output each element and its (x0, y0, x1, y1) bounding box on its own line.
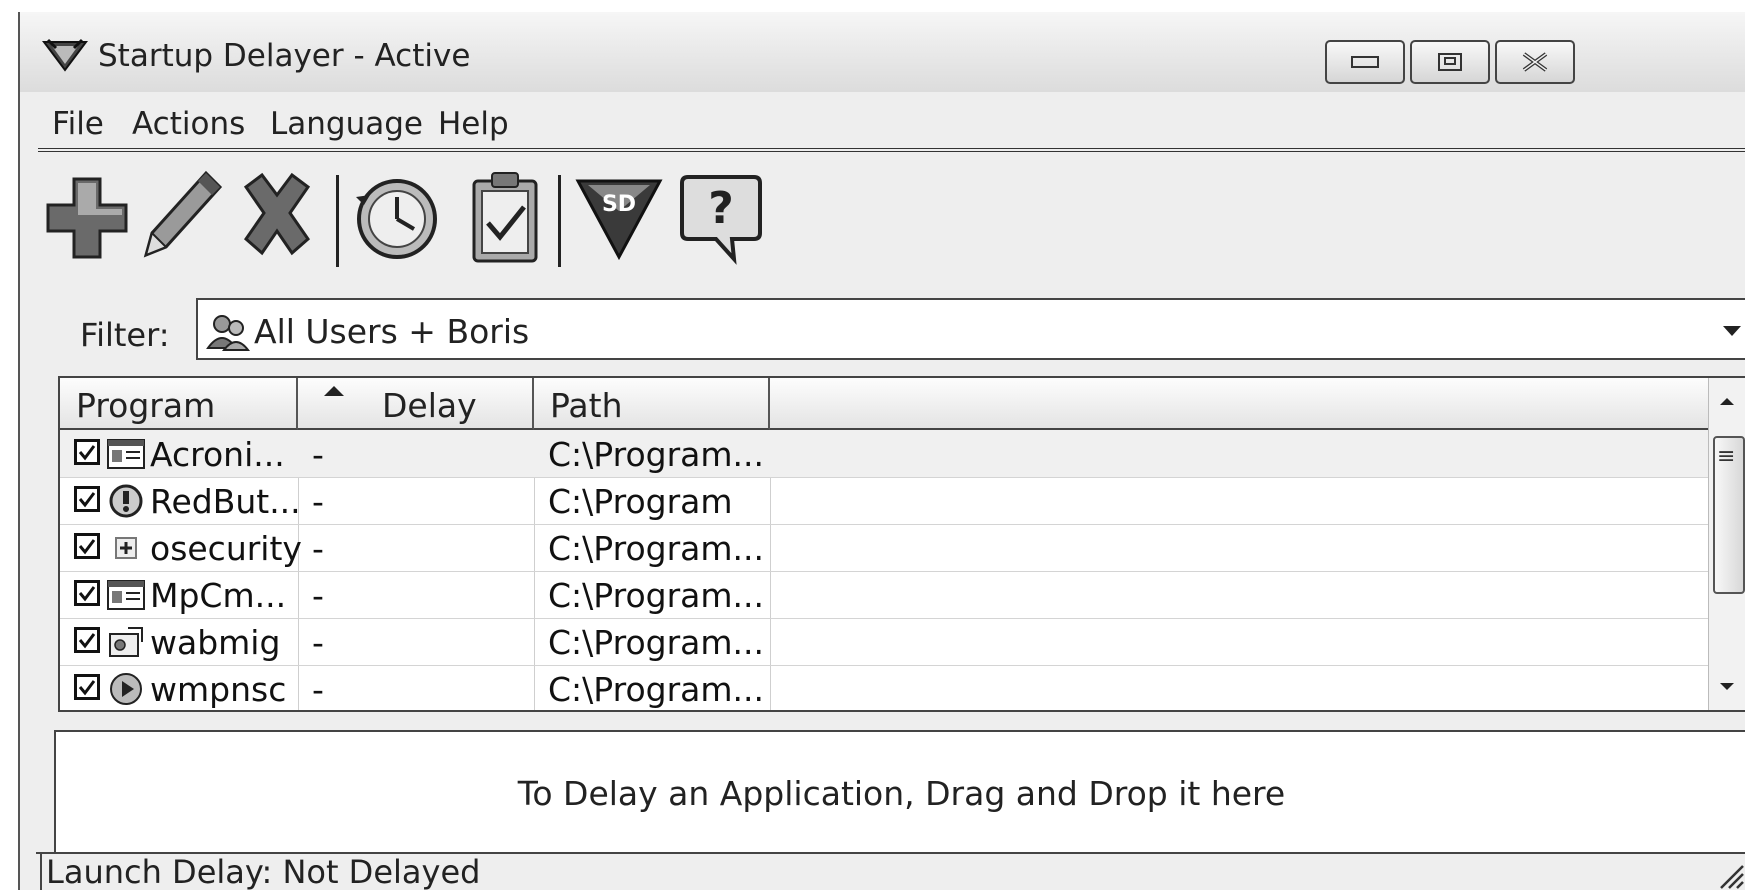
filter-dropdown[interactable]: All Users + Boris (196, 298, 1745, 360)
list-row[interactable]: RedBut... - C:\Program (60, 477, 1710, 525)
restore-icon (1438, 53, 1462, 71)
list-row[interactable]: osecurity - C:\Program... (60, 524, 1710, 572)
scroll-down-icon[interactable] (1720, 683, 1734, 690)
filter-value: All Users + Boris (254, 312, 530, 351)
row-program: Acroni... (150, 435, 285, 474)
close-icon (1522, 52, 1548, 72)
plus-icon (46, 177, 128, 259)
row-delay: - (312, 482, 324, 521)
status-text: Launch Delay: Not Delayed (40, 854, 480, 890)
row-program: osecurity (150, 529, 302, 568)
x-icon (243, 172, 311, 256)
chevron-down-icon[interactable] (1723, 326, 1741, 336)
row-path: C:\Program... (548, 435, 764, 474)
pencil-icon (143, 170, 223, 258)
row-path: C:\Program (548, 482, 733, 521)
restore-button[interactable] (1410, 40, 1490, 84)
alert-icon (109, 484, 143, 518)
row-program: wmpnsc (150, 670, 287, 709)
row-delay: - (312, 670, 324, 709)
row-path: C:\Program... (548, 576, 764, 615)
column-header-program-label: Program (76, 386, 216, 425)
row-delay: - (312, 623, 324, 662)
list-row[interactable]: wabmig - C:\Program... (60, 618, 1710, 666)
title-bar[interactable]: Startup Delayer - Active (20, 12, 1745, 92)
row-path: C:\Program... (548, 529, 764, 568)
clock-icon (356, 179, 437, 259)
list-row[interactable]: wmpnsc - C:\Program... (60, 665, 1710, 710)
resize-grip-icon[interactable] (1715, 860, 1745, 890)
vertical-scrollbar[interactable]: ≡ (1708, 378, 1745, 710)
users-icon (206, 315, 250, 351)
column-header-path[interactable]: Path (534, 378, 770, 430)
row-delay: - (312, 576, 324, 615)
toolbar-separator (558, 175, 561, 267)
sd-logo-icon: SD (575, 179, 663, 261)
drop-zone-text: To Delay an Application, Drag and Drop i… (517, 774, 1286, 813)
column-header-delay[interactable]: Delay (298, 378, 534, 430)
row-checkbox[interactable] (74, 533, 100, 559)
list-row[interactable]: MpCm... - C:\Program... (60, 571, 1710, 619)
row-checkbox[interactable] (74, 580, 100, 606)
toolbar-separator (336, 175, 339, 267)
row-delay: - (312, 529, 324, 568)
row-path: C:\Program... (548, 670, 764, 709)
menu-help[interactable]: Help (438, 102, 509, 146)
program-list[interactable]: Program Delay Path Acroni... - C:\Progra… (58, 376, 1745, 712)
menu-actions[interactable]: Actions (132, 102, 245, 146)
window-icon (107, 580, 145, 610)
contacts-icon (109, 627, 143, 657)
scroll-up-icon[interactable] (1720, 398, 1734, 405)
minimize-icon (1351, 56, 1379, 68)
sd-logo-label: SD (602, 192, 636, 217)
menu-bar: File Actions Language Help (38, 102, 1745, 152)
column-header-path-label: Path (550, 386, 623, 425)
add-button[interactable] (42, 167, 132, 267)
checklist-button[interactable] (460, 167, 550, 267)
row-program: RedBut... (150, 482, 301, 521)
menu-file[interactable]: File (52, 102, 104, 146)
column-header-empty (770, 378, 1711, 430)
help-button[interactable]: ? (676, 167, 766, 267)
list-row[interactable]: Acroni... - C:\Program... (60, 430, 1710, 478)
column-header-program[interactable]: Program (60, 378, 298, 430)
row-program: wabmig (150, 623, 281, 662)
row-program: MpCm... (150, 576, 287, 615)
startup-delayer-button[interactable]: SD (574, 167, 664, 267)
window-title: Startup Delayer - Active (98, 38, 471, 74)
edit-button[interactable] (136, 167, 226, 267)
close-button[interactable] (1495, 40, 1575, 84)
plus-box-icon (115, 537, 137, 559)
help-label: ? (708, 183, 734, 234)
filter-label: Filter: (80, 316, 170, 354)
window-icon (107, 439, 145, 469)
media-icon (110, 673, 142, 705)
delete-button[interactable] (232, 167, 322, 267)
toolbar: SD ? (20, 157, 1745, 275)
column-header-delay-label: Delay (382, 386, 477, 425)
startup-delayer-logo-icon (42, 38, 88, 72)
history-button[interactable] (352, 167, 442, 267)
grip-icon: ≡ (1717, 444, 1736, 469)
row-checkbox[interactable] (74, 674, 100, 700)
row-checkbox[interactable] (74, 627, 100, 653)
status-bar: Launch Delay: Not Delayed (36, 852, 1745, 892)
app-window: Startup Delayer - Active File Actions La… (18, 12, 1745, 890)
minimize-button[interactable] (1325, 40, 1405, 84)
menu-language[interactable]: Language (270, 102, 423, 146)
question-bubble-icon: ? (680, 175, 762, 265)
row-delay: - (312, 435, 324, 474)
drop-zone[interactable]: To Delay an Application, Drag and Drop i… (54, 730, 1745, 854)
row-path: C:\Program... (548, 623, 764, 662)
row-checkbox[interactable] (74, 486, 100, 512)
row-checkbox[interactable] (74, 439, 100, 465)
clipboard-check-icon (472, 172, 538, 263)
sort-ascending-icon (324, 386, 344, 396)
